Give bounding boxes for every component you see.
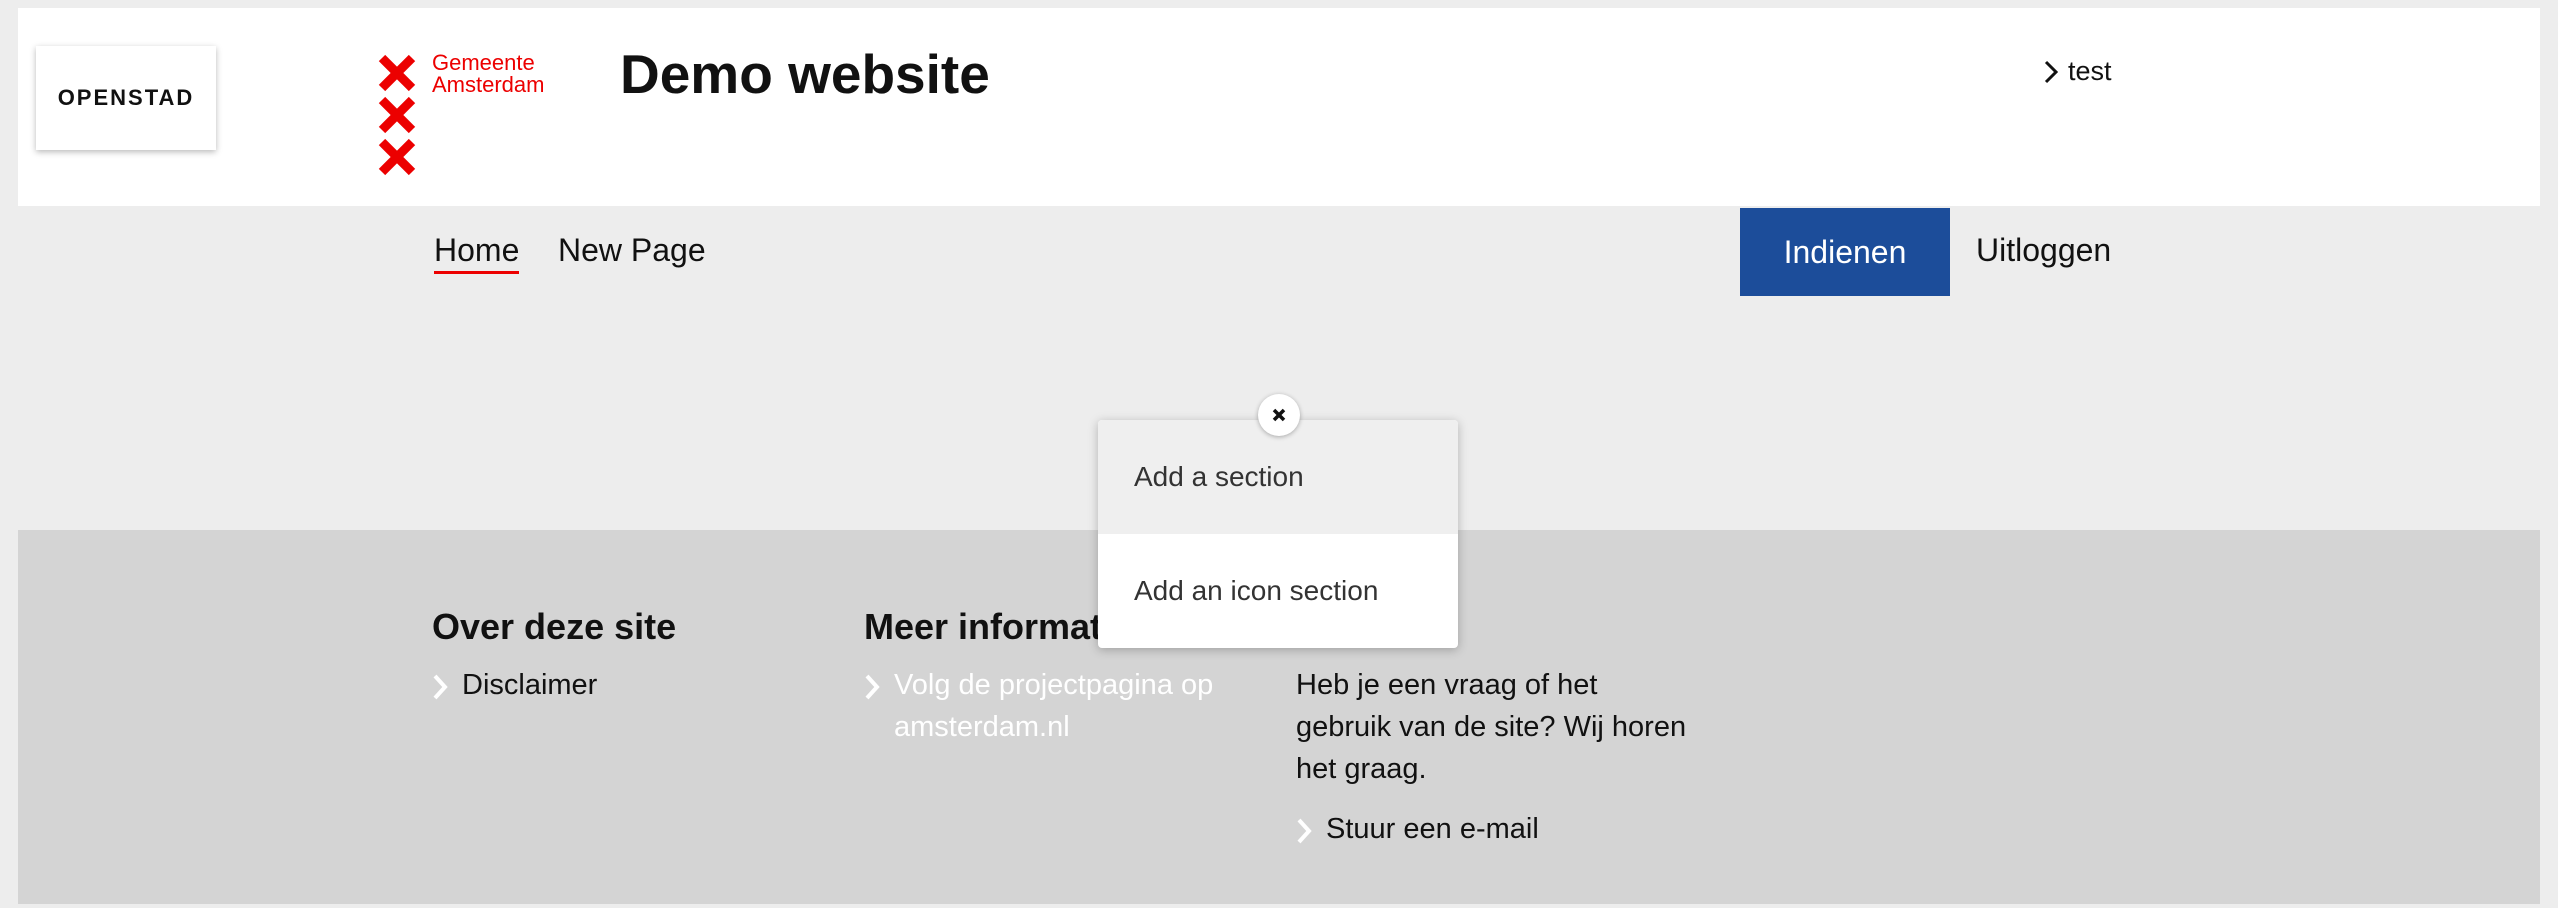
close-icon[interactable] (1258, 394, 1300, 436)
footer-link-disclaimer[interactable]: Disclaimer (432, 664, 597, 706)
footer-link-email[interactable]: Stuur een e-mail (1296, 808, 1539, 850)
nav-item-home[interactable]: Home (434, 232, 520, 274)
chevron-right-icon (865, 674, 880, 700)
project-link-line2: amsterdam.nl (894, 711, 1070, 743)
menu-item-add-icon-section[interactable]: Add an icon section (1098, 534, 1458, 648)
page-edge-bottom (0, 904, 2558, 908)
municipality-line1: Gemeente (432, 50, 535, 75)
contact-text-line1: Heb je een vraag of het (1296, 669, 1598, 701)
submit-button[interactable]: Indienen (1740, 208, 1950, 296)
contact-text-line2: gebruik van de site? Wij horen (1296, 711, 1687, 743)
municipality-name: Gemeente Amsterdam (432, 52, 544, 96)
footer-link-project-page[interactable]: Volg de projectpagina op amsterdam.nl (864, 664, 1213, 748)
amsterdam-crosses-logo[interactable] (378, 54, 416, 183)
chevron-right-icon (433, 674, 448, 700)
municipality-line2: Amsterdam (432, 72, 545, 97)
page-edge-right (2540, 8, 2558, 908)
footer-heading-about: Over deze site (432, 606, 677, 647)
project-link-line1: Volg de projectpagina op (894, 669, 1214, 701)
logout-link[interactable]: Uitloggen (1976, 232, 2111, 269)
footer-link-email-label: Stuur een e-mail (1326, 813, 1539, 845)
contact-text-line3: het graag. (1296, 753, 1427, 785)
footer-contact-text: Heb je een vraag of het gebruik van de s… (1296, 664, 1716, 790)
openstad-logo[interactable]: OPENSTAD (36, 46, 216, 150)
user-account-link[interactable]: test (2044, 56, 2112, 87)
menu-item-add-section[interactable]: Add a section (1098, 420, 1458, 534)
top-border (0, 0, 2558, 8)
footer-link-project-label: Volg de projectpagina op amsterdam.nl (894, 664, 1213, 748)
page-edge-left (0, 8, 18, 908)
footer-link-label: Disclaimer (462, 669, 598, 701)
footer-heading-more-info: Meer informat (864, 606, 1103, 647)
chevron-right-icon (1297, 818, 1312, 844)
site-title[interactable]: Demo website (620, 42, 990, 106)
chevron-right-icon (2044, 60, 2058, 83)
nav-item-new-page[interactable]: New Page (558, 232, 706, 269)
user-name: test (2068, 56, 2112, 86)
add-section-menu: Add a section Add an icon section (1098, 420, 1458, 648)
